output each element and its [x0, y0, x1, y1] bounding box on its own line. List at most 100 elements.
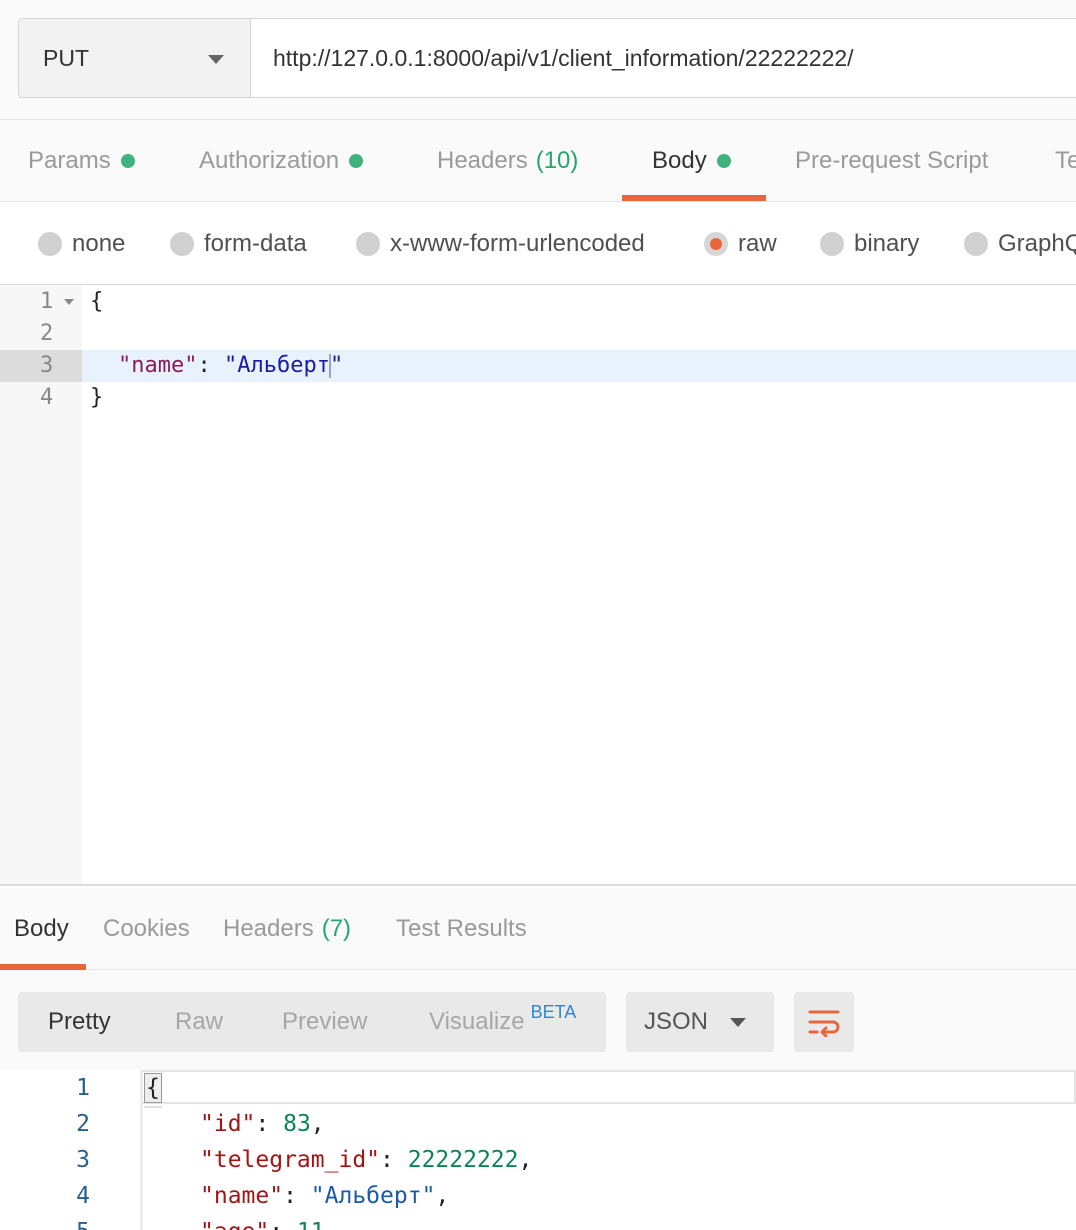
mode-raw[interactable]: raw — [704, 203, 777, 285]
code-text: "name": "Альберт" — [118, 350, 343, 382]
mode-label: binary — [854, 230, 920, 257]
json-separator: : — [380, 1147, 408, 1173]
line-number: 2 — [76, 1111, 90, 1137]
view-visualize[interactable]: Visualize BETA — [429, 992, 576, 1052]
response-line: 1 { — [0, 1070, 1076, 1108]
response-body-viewer[interactable]: 1 { 2 "id": 83, 3 "telegram_id": 2222222… — [0, 1070, 1076, 1230]
mode-label: none — [72, 230, 126, 257]
json-comma: , — [310, 1111, 325, 1137]
code-text: "name": "Альберт", — [200, 1178, 449, 1214]
line-number: 4 — [40, 385, 54, 410]
json-key: "age" — [200, 1219, 269, 1230]
json-comma: , — [435, 1183, 450, 1209]
tab-headers[interactable]: Headers (10) — [437, 120, 578, 202]
line-number: 3 — [0, 350, 82, 382]
response-tab-body[interactable]: Body — [14, 888, 69, 970]
active-tab-indicator — [622, 195, 766, 201]
tab-count: (10) — [535, 147, 579, 174]
editor-line: 1 { — [0, 286, 1076, 318]
response-view-toggle: Pretty Raw Preview Visualize BETA — [18, 992, 606, 1052]
status-dot-icon — [120, 154, 135, 168]
tab-label: Authorization — [199, 147, 340, 174]
tab-label: Pre-request Script — [795, 147, 989, 174]
json-key: "name" — [200, 1183, 284, 1209]
format-select[interactable]: JSON — [626, 992, 774, 1052]
wrap-lines-button[interactable] — [794, 992, 854, 1052]
response-panel: Body Cookies Headers (7) Test Results Pr… — [0, 888, 1076, 1230]
tab-label: Headers — [223, 915, 314, 942]
radio-icon — [356, 232, 380, 256]
json-string-close: " — [329, 353, 344, 378]
tab-label: Body — [14, 915, 69, 942]
request-url-area: PUT http://127.0.0.1:8000/api/v1/client_… — [0, 0, 1076, 120]
tab-params[interactable]: Params — [28, 120, 135, 202]
status-dot-icon — [349, 154, 364, 168]
response-line: 2 "id": 83, — [0, 1106, 1076, 1142]
response-tab-test-results[interactable]: Test Results — [396, 888, 527, 970]
line-number: 3 — [76, 1147, 90, 1173]
method-label: PUT — [43, 44, 89, 71]
tab-label: Test Results — [396, 915, 527, 942]
json-number: 22222222 — [407, 1147, 519, 1173]
json-key: "id" — [200, 1111, 256, 1137]
body-mode-selector: none form-data x-www-form-urlencoded raw… — [0, 203, 1076, 285]
editor-line-active: 3 "name": "Альберт" — [0, 350, 1076, 382]
mode-x-www-form-urlencoded[interactable]: x-www-form-urlencoded — [356, 203, 645, 285]
tab-body[interactable]: Body — [652, 120, 731, 202]
tab-label: Body — [652, 147, 707, 174]
method-select[interactable]: PUT — [19, 19, 251, 97]
line-number: 2 — [40, 321, 54, 346]
mode-binary[interactable]: binary — [820, 203, 919, 285]
view-preview[interactable]: Preview — [282, 992, 367, 1052]
json-string: "Альберт" — [310, 1183, 436, 1209]
code-text: { — [144, 1070, 162, 1108]
view-pretty[interactable]: Pretty — [48, 992, 111, 1052]
json-key: "telegram_id" — [200, 1147, 381, 1173]
response-line: 3 "telegram_id": 22222222, — [0, 1142, 1076, 1178]
active-tab-indicator — [0, 964, 86, 970]
beta-badge: BETA — [530, 1001, 577, 1022]
view-raw[interactable]: Raw — [175, 992, 223, 1052]
json-separator: : — [197, 353, 224, 378]
wrap-lines-icon — [808, 1010, 840, 1037]
url-input[interactable]: http://127.0.0.1:8000/api/v1/client_info… — [251, 19, 854, 97]
response-line: 5 "age": 11 — [0, 1214, 1076, 1230]
mode-graphql[interactable]: GraphQ — [964, 203, 1076, 285]
response-tab-cookies[interactable]: Cookies — [103, 888, 190, 970]
status-dot-icon — [716, 154, 731, 168]
tab-label: Params — [28, 147, 111, 174]
code-text: } — [90, 385, 104, 410]
chevron-down-icon — [208, 55, 224, 64]
response-tab-headers[interactable]: Headers (7) — [223, 888, 351, 970]
code-text: "telegram_id": 22222222, — [200, 1142, 532, 1178]
json-separator: : — [283, 1183, 311, 1209]
json-separator: : — [255, 1111, 284, 1137]
editor-line: 2 — [0, 318, 1076, 350]
tab-label: Te — [1055, 147, 1076, 174]
chevron-down-icon — [730, 1018, 746, 1027]
fold-arrow-icon[interactable] — [64, 299, 74, 305]
mode-none[interactable]: none — [38, 203, 125, 285]
tab-authorization[interactable]: Authorization — [199, 120, 364, 202]
line-number: 5 — [0, 1214, 90, 1230]
json-separator: : — [269, 1219, 297, 1230]
line-number: 1 — [76, 1075, 90, 1101]
json-key: "name" — [118, 353, 198, 378]
code-text: "age": 11 — [200, 1214, 325, 1230]
tab-tests[interactable]: Te — [1055, 120, 1076, 202]
tab-pre-request-script[interactable]: Pre-request Script — [795, 120, 988, 202]
tab-label: Headers — [437, 147, 528, 174]
response-tabs: Body Cookies Headers (7) Test Results — [0, 888, 1076, 970]
code-text: { — [90, 289, 104, 314]
request-body-editor[interactable]: 1 { 2 3 "name": "Альберт" 4 } — [0, 286, 1076, 886]
mode-form-data[interactable]: form-data — [170, 203, 307, 285]
tab-count: (7) — [321, 915, 352, 942]
radio-selected-icon — [704, 232, 728, 256]
mode-label: x-www-form-urlencoded — [390, 230, 645, 257]
json-number: 83 — [283, 1111, 311, 1137]
radio-icon — [964, 232, 988, 256]
json-comma: , — [518, 1147, 533, 1173]
response-line: 4 "name": "Альберт", — [0, 1178, 1076, 1214]
radio-icon — [38, 232, 62, 256]
json-string: "Альберт — [223, 353, 330, 378]
